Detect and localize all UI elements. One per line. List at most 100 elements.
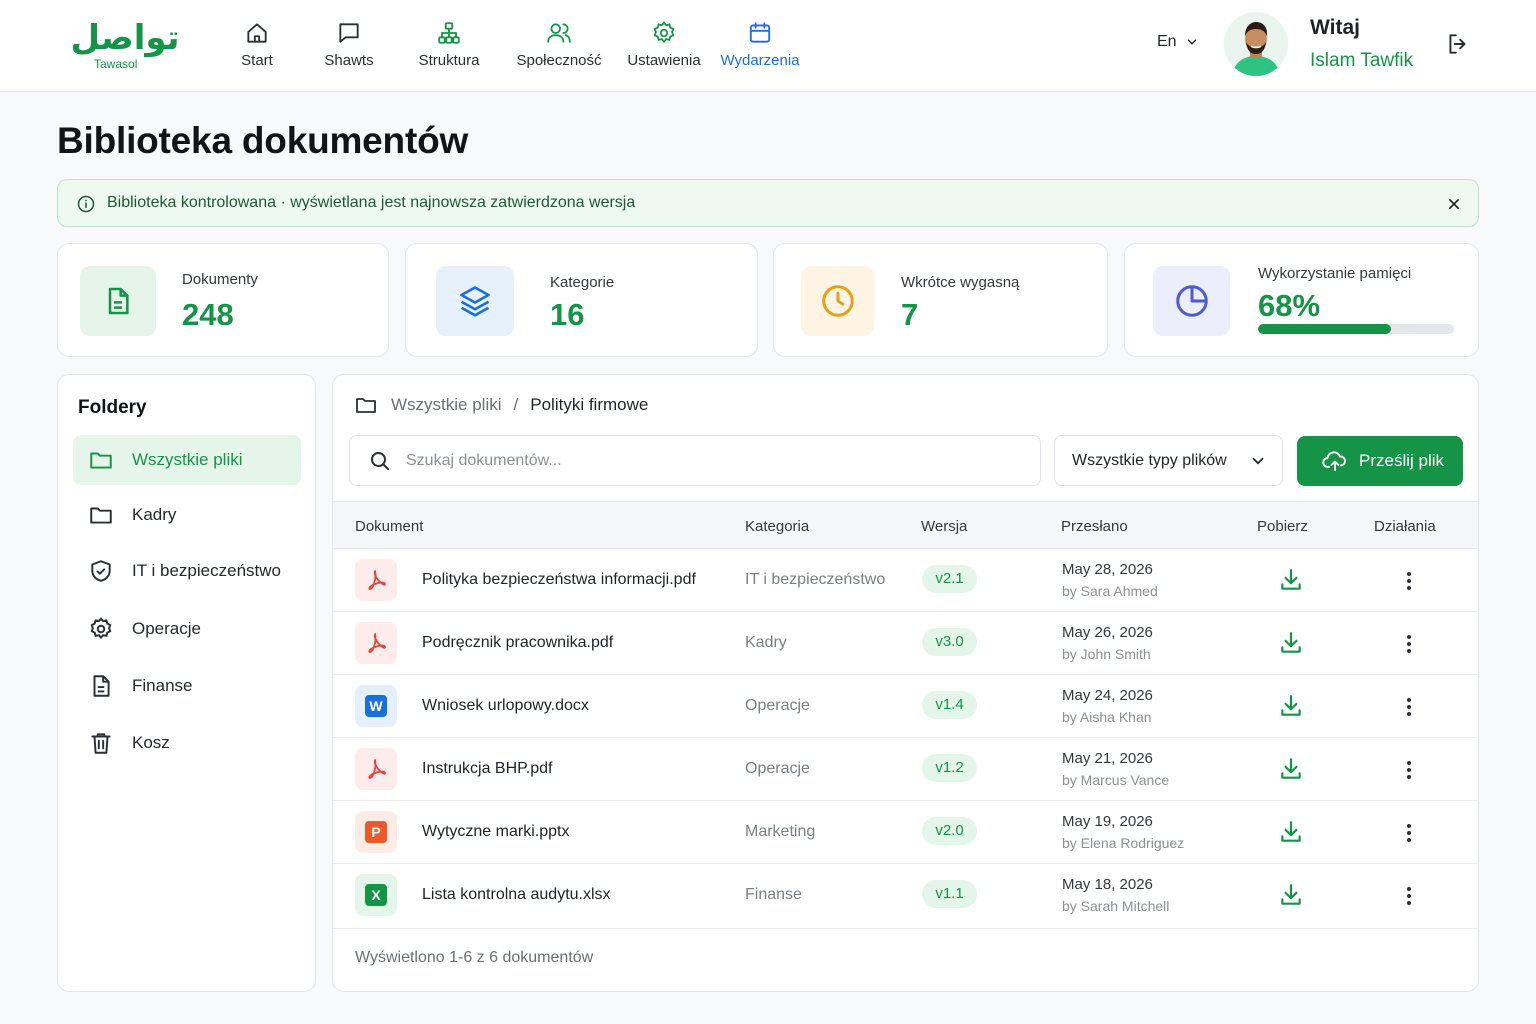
table-row[interactable]: Instrukcja BHP.pdf Operacje v1.2 May 21,…: [333, 738, 1478, 801]
download-icon[interactable]: [1278, 882, 1304, 908]
more-options-icon[interactable]: [1399, 758, 1419, 782]
table-row[interactable]: Polityka bezpieczeństwa informacji.pdf I…: [333, 549, 1478, 612]
nav-shawts-label: Shawts: [324, 52, 374, 69]
sidebar-item-label: Operacje: [132, 619, 201, 638]
search-input[interactable]: Szukaj dokumentów...: [349, 435, 1041, 486]
download-icon[interactable]: [1278, 630, 1304, 656]
search-placeholder: Szukaj dokumentów...: [406, 452, 562, 469]
sidebar-item-kosz[interactable]: Kosz: [73, 718, 301, 768]
stat-icon-box: [1153, 266, 1230, 336]
language-selector[interactable]: En: [1157, 33, 1199, 51]
home-icon: [247, 23, 267, 43]
pdf-file-icon: [355, 748, 397, 790]
excel-file-icon: X: [355, 874, 397, 916]
version-badge: v2.0: [922, 817, 977, 845]
version-badge: v2.1: [922, 565, 977, 593]
stat-label: Wykorzystanie pamięci: [1258, 265, 1412, 282]
table-row[interactable]: P Wytyczne marki.pptx Marketing v2.0 May…: [333, 801, 1478, 864]
top-bar: تواصل Tawasol Start Shawts Struktura Spo…: [0, 0, 1536, 92]
greeting-text: Witaj: [1310, 16, 1360, 39]
sidebar-item-finanse[interactable]: Finanse: [73, 661, 301, 711]
sidebar-item-operacje[interactable]: Operacje: [73, 604, 301, 654]
more-options-icon[interactable]: [1399, 821, 1419, 845]
documents-panel: Wszystkie pliki / Polityki firmowe Szuka…: [332, 374, 1479, 992]
stat-value: 16: [550, 297, 585, 332]
stat-card-expiring: Wkrótce wygasną 7: [773, 243, 1108, 357]
upload-date: May 21, 2026: [1062, 750, 1153, 767]
sidebar-item-all-files[interactable]: Wszystkie pliki: [73, 435, 301, 485]
upload-file-button[interactable]: Prześlij plik: [1297, 436, 1463, 486]
table-row[interactable]: Podręcznik pracownika.pdf Kadry v3.0 May…: [333, 612, 1478, 675]
file-category: Finanse: [745, 886, 802, 903]
file-name[interactable]: Wytyczne marki.pptx: [422, 823, 569, 841]
sidebar-item-it-security[interactable]: IT i bezpieczeństwo: [73, 546, 301, 596]
close-icon[interactable]: [1444, 194, 1464, 214]
avatar[interactable]: [1224, 12, 1288, 76]
nav-struktura-label: Struktura: [418, 52, 480, 69]
stat-value: 7: [901, 297, 919, 332]
download-icon[interactable]: [1278, 567, 1304, 593]
file-type-select[interactable]: Wszystkie typy plików: [1054, 435, 1283, 486]
file-name[interactable]: Instrukcja BHP.pdf: [422, 760, 552, 778]
file-name[interactable]: Lista kontrolna audytu.xlsx: [422, 886, 611, 904]
file-name[interactable]: Podręcznik pracownika.pdf: [422, 634, 613, 652]
file-name[interactable]: Polityka bezpieczeństwa informacji.pdf: [422, 571, 696, 589]
column-header-download: Pobierz: [1257, 518, 1308, 535]
nav-spolecznosc[interactable]: Społeczność: [513, 20, 605, 76]
document-icon: [108, 287, 129, 315]
search-icon: [371, 452, 389, 470]
user-photo-icon: [1224, 12, 1288, 76]
chevron-down-icon: [1187, 39, 1196, 45]
breadcrumb: Wszystkie pliki / Polityki firmowe: [353, 393, 648, 417]
more-options-icon[interactable]: [1399, 632, 1419, 656]
download-icon[interactable]: [1278, 756, 1304, 782]
breadcrumb-root[interactable]: Wszystkie pliki: [391, 395, 502, 415]
users-icon: [547, 23, 571, 43]
clock-icon: [821, 285, 854, 317]
banner-text: Biblioteka kontrolowana · wyświetlana je…: [107, 194, 636, 211]
gear-icon: [90, 617, 112, 640]
download-icon[interactable]: [1278, 819, 1304, 845]
trash-icon: [91, 733, 111, 754]
nav-start[interactable]: Start: [231, 20, 283, 76]
user-name: Islam Tawfik: [1310, 50, 1414, 71]
chat-icon: [339, 23, 359, 43]
upload-date: May 24, 2026: [1062, 687, 1153, 704]
download-icon[interactable]: [1278, 693, 1304, 719]
nav-shawts[interactable]: Shawts: [320, 20, 378, 76]
column-header-uploaded[interactable]: Przesłano: [1061, 518, 1128, 535]
column-header-category[interactable]: Kategoria: [745, 518, 809, 535]
file-name[interactable]: Wniosek urlopowy.docx: [422, 697, 589, 715]
nav-wydarzenia[interactable]: Wydarzenia: [717, 20, 803, 76]
sidebar-item-label: Finanse: [132, 676, 193, 695]
nav-struktura[interactable]: Struktura: [414, 20, 484, 76]
app-logo[interactable]: تواصل Tawasol: [66, 18, 184, 72]
language-value: En: [1157, 33, 1177, 50]
stat-card-storage: Wykorzystanie pamięci 68%: [1124, 243, 1479, 357]
column-header-document[interactable]: Dokument: [355, 518, 423, 535]
folders-sidebar: Foldery Wszystkie pliki Kadry IT i bezpi…: [57, 374, 316, 992]
more-options-icon[interactable]: [1399, 695, 1419, 719]
table-row[interactable]: W Wniosek urlopowy.docx Operacje v1.4 Ma…: [333, 675, 1478, 738]
sidebar-item-label: Wszystkie pliki: [132, 450, 243, 469]
folder-icon: [356, 398, 376, 413]
table-header: Dokument Kategoria Wersja Przesłano Pobi…: [333, 501, 1478, 549]
nav-ustawienia-label: Ustawienia: [627, 52, 701, 69]
more-options-icon[interactable]: [1399, 569, 1419, 593]
logout-icon[interactable]: [1445, 31, 1471, 57]
logo-arabic-text: تواصل: [70, 18, 180, 58]
folder-icon: [90, 507, 112, 524]
table-row[interactable]: X Lista kontrolna audytu.xlsx Finanse v1…: [333, 864, 1478, 929]
calendar-icon: [749, 22, 771, 43]
document-icon: [93, 675, 110, 697]
upload-date: May 19, 2026: [1062, 813, 1153, 830]
upload-button-label: Prześlij plik: [1359, 451, 1445, 470]
gear-icon: [653, 21, 675, 43]
upload-date: May 26, 2026: [1062, 624, 1153, 641]
sidebar-title: Foldery: [78, 397, 147, 418]
sidebar-item-kadry[interactable]: Kadry: [73, 490, 301, 540]
nav-ustawienia[interactable]: Ustawienia: [624, 20, 704, 76]
stat-value: 68%: [1258, 288, 1321, 323]
column-header-version[interactable]: Wersja: [921, 518, 967, 535]
more-options-icon[interactable]: [1399, 884, 1419, 908]
